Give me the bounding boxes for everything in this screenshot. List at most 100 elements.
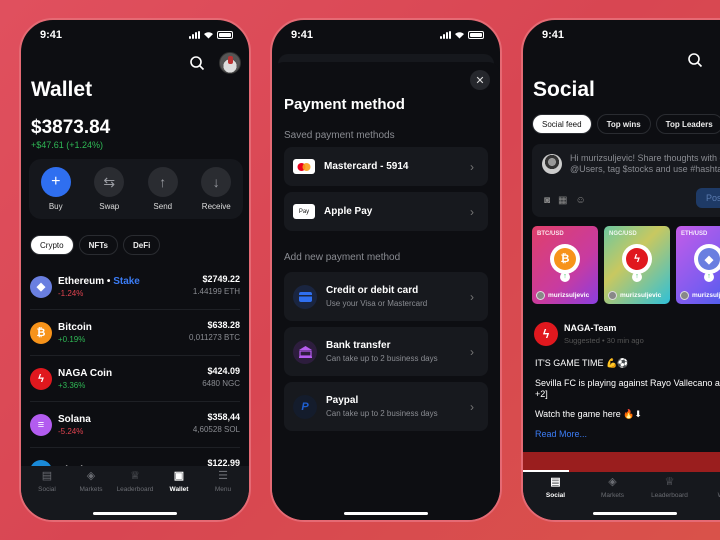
option-title: Bank transfer [326,340,391,351]
tab-social[interactable]: ▤ Social [527,476,584,520]
asset-change: +0.19% [58,334,86,344]
chevron-right-icon: › [470,204,474,219]
tab-social-feed[interactable]: Social feed [532,114,592,134]
card-user: murizsuljevic [536,291,589,300]
asset-name-text: Solana [58,413,91,425]
asset-change: -5.24% [58,426,84,436]
signal-icon [440,31,451,39]
asset-name-text: Ethereum [58,275,105,287]
card-username: murizsuljevic [692,292,720,299]
send-button[interactable]: ↑ Send [138,167,188,219]
payment-option-mastercard[interactable]: Mastercard - 5914 › [284,147,488,186]
home-indicator [593,512,677,515]
naga-coin-icon: ϟ [30,367,52,390]
leaderboard-icon: ♕ [130,470,140,482]
tab-nfts[interactable]: NFTs [78,235,118,255]
card-username: murizsuljevic [548,292,590,299]
payment-screen: 9:41 ✕ Payment method Saved payment meth… [270,18,502,522]
option-title: Apple Pay [324,206,373,217]
tab-menu[interactable]: ☰ Menu [201,470,245,520]
post-button[interactable]: Post [696,188,720,208]
add-option-card[interactable]: Credit or debit card Use your Visa or Mas… [284,272,488,321]
coin-icon: ◆ [698,248,720,270]
option-title: Credit or debit card [326,285,419,296]
post-meta: Suggested • 30 min ago [564,336,644,345]
post-composer[interactable]: Hi murizsuljevic! Share thoughts with ot… [532,144,720,217]
tab-defi[interactable]: DeFi [122,235,161,255]
quick-actions: + Buy ⇆ Swap ↑ Send ↓ Receive [29,159,243,219]
tab-top-leaders[interactable]: Top Leaders [655,114,720,134]
post-author[interactable]: NAGA-Team [564,323,616,333]
card-pair: BTC/USD [537,231,564,237]
add-option-bank[interactable]: Bank transfer Can take up to 2 business d… [284,327,488,376]
chevron-right-icon: › [470,159,474,174]
sheet-title: Payment method [284,96,405,113]
tab-top-wins[interactable]: Top wins [596,114,651,134]
asset-amount: 1.44199 ETH [192,287,240,296]
mastercard-icon [293,159,315,174]
trade-cards: BTC/USD ₿ ↑ murizsuljevic NGC/USD ϟ ↑ mur… [532,226,720,304]
tab-social[interactable]: ▤ Social [25,470,69,520]
swap-button[interactable]: ⇆ Swap [84,167,134,219]
card-pair: ETH/USD [681,231,708,237]
trade-card[interactable]: ETH/USD ◆ ↑ murizsuljevic [676,226,720,304]
avatar[interactable] [219,52,241,74]
apple-pay-icon: Pay [293,204,315,219]
tab-label: Social [545,492,566,499]
search-icon[interactable] [189,55,205,71]
solana-icon: ≡ [30,413,52,436]
asset-row[interactable]: ≡ Solana -5.24% $358,44 4,60528 SOL [30,402,240,448]
asset-amount: 0,011273 BTC [189,333,240,342]
ethereum-icon: ◆ [30,275,52,298]
bank-icon [293,339,317,364]
option-subtitle: Can take up to 2 business days [326,354,438,363]
camera-icon[interactable]: ◙ [544,195,550,206]
option-title: Paypal [326,395,359,406]
status-time: 9:41 [542,29,565,41]
wallet-balance: $3873.84 [31,117,111,138]
battery-icon [468,31,484,39]
payment-option-apple-pay[interactable]: Pay Apple Pay › [284,192,488,231]
chevron-right-icon: › [470,344,474,359]
asset-row[interactable]: ◆ Ethereum • Stake -1.24% $2749.22 1.4419… [30,264,240,310]
asset-name: Solana [58,414,91,425]
read-more-link[interactable]: Read More... [535,429,720,440]
tab-label: Markets [79,486,103,493]
social-tabs: Social feed Top wins Top Leaders To [532,114,720,134]
paypal-icon: P [293,394,317,419]
tab-label: Menu [214,486,232,493]
asset-row[interactable]: ₿ Bitcoin +0.19% $638.28 0,011273 BTC [30,310,240,356]
tab-wallet[interactable]: ▣Wallet [698,476,720,520]
coin-badge: ₿ [550,244,580,274]
video-icon[interactable]: ▦ [558,195,567,206]
post-line: Watch the game here 🔥⬇ [535,409,642,419]
swap-icon: ⇆ [94,167,125,197]
wallet-screen: 9:41 Wallet $3873.84 +$47.61 (+1.24%) + B… [19,18,251,522]
asset-name: Ethereum • Stake [58,275,140,287]
media-preview[interactable] [523,452,720,472]
coin-icon: ₿ [554,248,576,270]
asset-amount: 6480 NGC [202,379,240,388]
composer-placeholder[interactable]: Hi murizsuljevic! Share thoughts with ot… [570,153,720,175]
home-indicator [344,512,428,515]
stake-link[interactable]: Stake [113,276,140,287]
arrow-up-icon: ↑ [147,167,178,197]
close-button[interactable]: ✕ [470,70,490,90]
emoji-icon[interactable]: ☺ [576,195,586,206]
social-screen: 9:41 Social Social feed Top wins Top Lea… [521,18,720,522]
add-option-paypal[interactable]: P Paypal Can take up to 2 business days › [284,382,488,431]
arrow-up-icon: ↑ [560,272,570,282]
search-icon[interactable] [687,52,703,68]
trade-card[interactable]: NGC/USD ϟ ↑ murizsuljevic [604,226,670,304]
buy-button[interactable]: + Buy [31,167,81,219]
coin-badge: ϟ [622,244,652,274]
asset-row[interactable]: ϟ NAGA Coin +3.36% $424.09 6480 NGC [30,356,240,402]
card-user: murizsuljevic [680,291,720,300]
tab-crypto[interactable]: Crypto [30,235,74,255]
asset-value: $2749.22 [202,274,240,284]
asset-change: +3.36% [58,380,86,390]
receive-button[interactable]: ↓ Receive [191,167,241,219]
card-pair: NGC/USD [609,231,637,237]
user-avatar [680,291,689,300]
trade-card[interactable]: BTC/USD ₿ ↑ murizsuljevic [532,226,598,304]
